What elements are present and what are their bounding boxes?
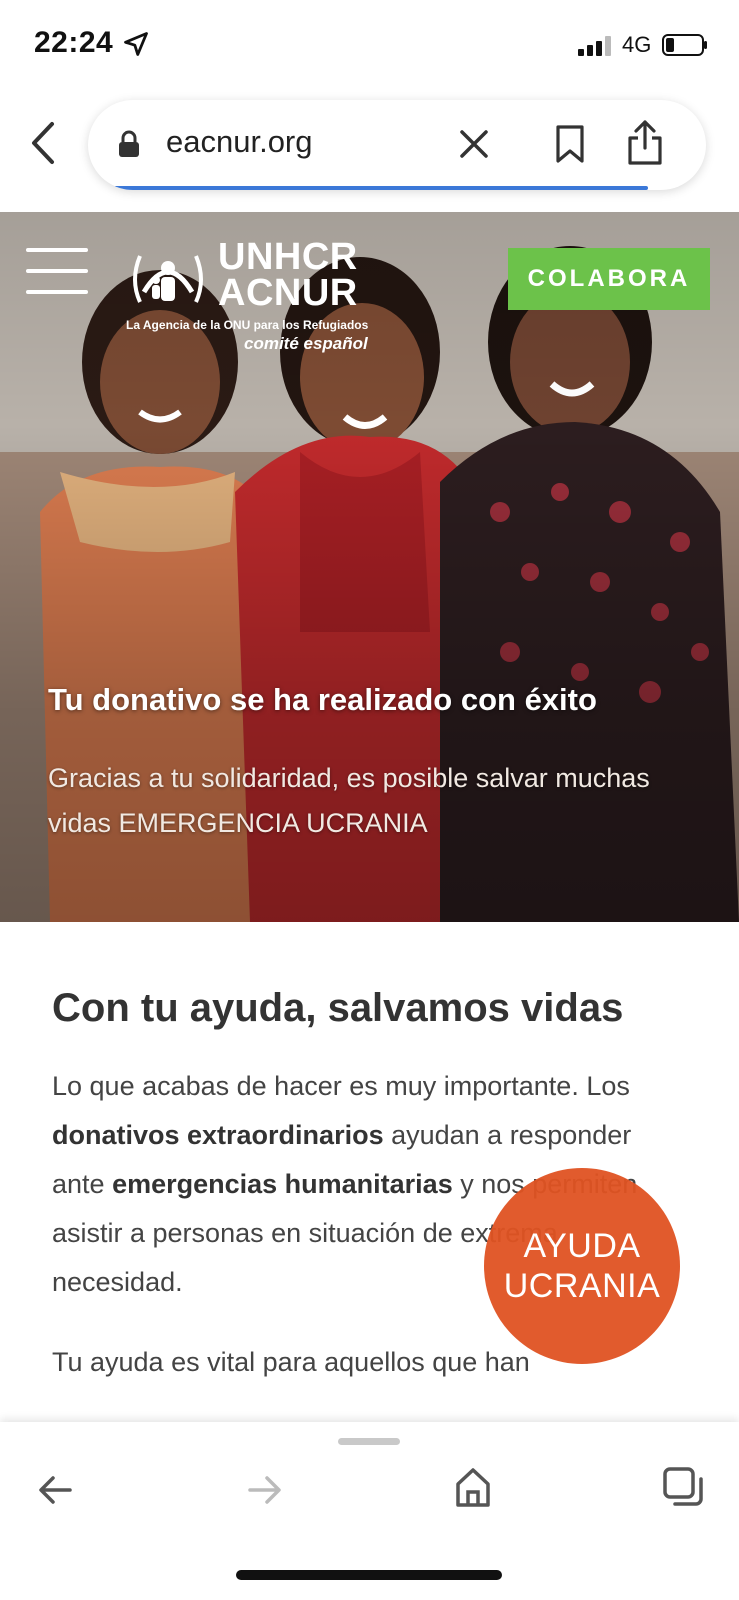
home-icon[interactable]: [454, 1466, 492, 1508]
signal-icon: [578, 36, 611, 56]
main-content: Con tu ayuda, salvamos vidas Lo que acab…: [0, 922, 739, 1422]
page-load-progress: [114, 186, 648, 190]
colabora-button[interactable]: COLABORA: [508, 248, 710, 310]
hero-banner: UNHCR ACNUR La Agencia de la ONU para lo…: [0, 212, 739, 922]
status-bar: 22:24 4G: [0, 0, 739, 92]
chevron-left-icon[interactable]: [24, 120, 64, 166]
back-arrow-icon[interactable]: [36, 1472, 74, 1508]
logo-committee: comité español: [244, 334, 368, 353]
p1-bold-donativos: donativos extraordinarios: [52, 1120, 384, 1150]
lock-icon: [119, 130, 139, 157]
browser-toolbar: [0, 1422, 739, 1600]
tabs-icon[interactable]: [662, 1466, 704, 1508]
location-arrow-icon: [124, 32, 148, 56]
toolbar-grabber[interactable]: [338, 1438, 400, 1445]
network-type: 4G: [622, 32, 652, 57]
hamburger-menu-icon[interactable]: [26, 248, 88, 294]
share-icon[interactable]: [626, 118, 664, 166]
badge-line2: UCRANIA: [503, 1267, 661, 1305]
section-heading: Con tu ayuda, salvamos vidas: [52, 986, 624, 1030]
unhcr-emblem-icon: [133, 255, 203, 303]
home-indicator: [236, 1570, 502, 1580]
hero-title: Tu donativo se ha realizado con éxito: [48, 682, 597, 717]
browser-address-area: eacnur.org: [0, 92, 739, 212]
logo-tagline: La Agencia de la ONU para los Refugiados: [126, 318, 369, 332]
hero-subtitle: Gracias a tu solidaridad, es posible sal…: [48, 763, 650, 838]
ayuda-ucrania-badge[interactable]: AYUDA UCRANIA: [484, 1168, 680, 1364]
bookmark-icon[interactable]: [554, 124, 586, 164]
url-text[interactable]: eacnur.org: [166, 124, 313, 160]
address-bar[interactable]: eacnur.org: [88, 100, 706, 190]
status-time: 22:24: [34, 26, 114, 59]
logo-acnur: ACNUR: [218, 272, 358, 314]
p1-text-a: Lo que acabas de hacer es muy importante…: [52, 1071, 630, 1101]
close-icon[interactable]: [458, 128, 490, 160]
unhcr-acnur-logo[interactable]: UNHCR ACNUR La Agencia de la ONU para lo…: [126, 236, 369, 358]
forward-arrow-icon[interactable]: [246, 1472, 284, 1508]
badge-line1: AYUDA: [523, 1227, 641, 1265]
battery-icon: [662, 34, 707, 56]
p1-bold-emergencias: emergencias humanitarias: [112, 1169, 453, 1199]
